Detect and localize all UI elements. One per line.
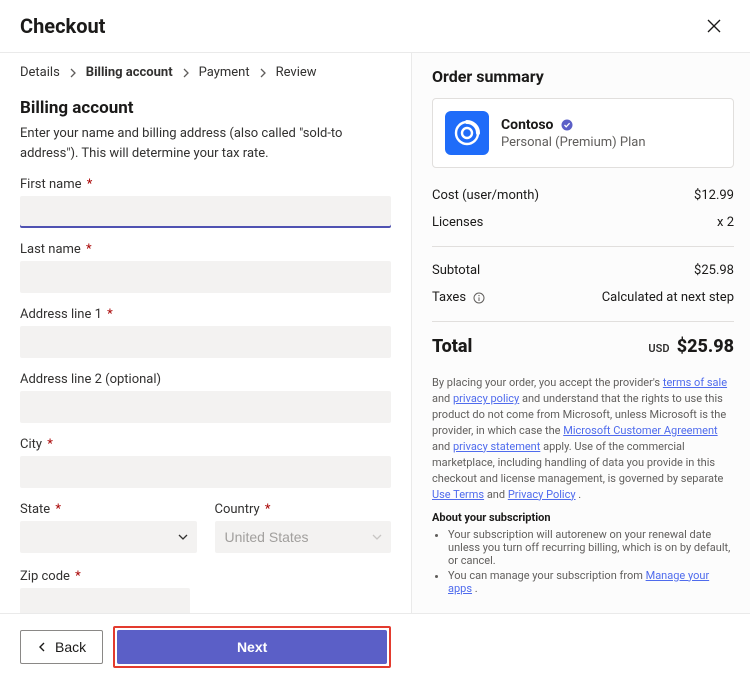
state-label: State * <box>20 502 197 517</box>
link-microsoft-customer-agreement[interactable]: Microsoft Customer Agreement <box>563 424 717 437</box>
close-button[interactable] <box>698 10 730 42</box>
address-line-1-label: Address line 1 * <box>20 307 391 322</box>
legal-text: By placing your order, you accept the pr… <box>432 375 734 503</box>
total-currency: USD <box>648 342 669 355</box>
address-line-2-input[interactable] <box>20 391 391 423</box>
breadcrumb-step-details[interactable]: Details <box>20 65 60 80</box>
required-marker: * <box>104 307 113 322</box>
licenses-label: Licenses <box>432 215 483 230</box>
product-card: Contoso Personal (Premium) Plan <box>432 98 734 168</box>
total-label: Total <box>432 336 472 357</box>
chevron-left-icon <box>37 642 47 652</box>
next-button-highlight: Next <box>113 626 391 668</box>
cost-value: $12.99 <box>694 188 734 203</box>
chevron-right-icon <box>68 68 78 78</box>
line-total: Total USD $25.98 <box>432 332 734 367</box>
line-subtotal: Subtotal $25.98 <box>432 257 734 284</box>
zip-label: Zip code * <box>20 569 391 584</box>
close-icon <box>706 18 722 34</box>
checkout-header: Checkout <box>0 0 750 53</box>
breadcrumb-step-payment[interactable]: Payment <box>199 65 250 80</box>
zip-input[interactable] <box>20 588 190 613</box>
taxes-value: Calculated at next step <box>602 290 734 305</box>
page-title: Checkout <box>20 14 105 38</box>
required-marker: * <box>72 569 81 584</box>
country-select <box>215 521 392 553</box>
product-icon <box>445 111 489 155</box>
subtotal-value: $25.98 <box>694 263 734 278</box>
info-icon[interactable] <box>473 292 485 304</box>
required-marker: * <box>83 177 92 192</box>
address-line-2-label: Address line 2 (optional) <box>20 372 391 387</box>
divider <box>432 246 734 247</box>
required-marker: * <box>262 502 271 517</box>
link-privacy-policy[interactable]: privacy policy <box>453 392 519 405</box>
verified-badge-icon <box>561 119 573 131</box>
required-marker: * <box>44 437 53 452</box>
city-label: City * <box>20 437 391 452</box>
order-summary-title: Order summary <box>432 67 734 86</box>
product-name: Contoso <box>501 117 553 133</box>
breadcrumb: Details Billing account Payment Review <box>20 65 391 80</box>
licenses-value: x 2 <box>717 215 734 230</box>
link-use-terms[interactable]: Use Terms <box>432 488 484 501</box>
section-description: Enter your name and billing address (als… <box>20 124 391 163</box>
line-cost: Cost (user/month) $12.99 <box>432 182 734 209</box>
link-privacy-policy-2[interactable]: Privacy Policy <box>508 488 576 501</box>
next-button[interactable]: Next <box>117 630 387 664</box>
chevron-right-icon <box>258 68 268 78</box>
last-name-label: Last name * <box>20 242 391 257</box>
about-subscription-list: Your subscription will autorenew on your… <box>448 528 734 595</box>
line-licenses: Licenses x 2 <box>432 209 734 236</box>
required-marker: * <box>52 502 61 517</box>
city-input[interactable] <box>20 456 391 488</box>
link-terms-of-sale[interactable]: terms of sale <box>663 376 727 389</box>
order-summary-pane: Order summary Contoso <box>412 53 750 613</box>
about-subscription-title: About your subscription <box>432 511 734 524</box>
line-taxes: Taxes Calculated at next step <box>432 284 734 311</box>
first-name-label: First name * <box>20 177 391 192</box>
product-plan: Personal (Premium) Plan <box>501 135 646 150</box>
breadcrumb-step-billing-account[interactable]: Billing account <box>86 65 173 80</box>
back-button-label: Back <box>55 639 86 655</box>
required-marker: * <box>83 242 92 257</box>
subtotal-label: Subtotal <box>432 263 480 278</box>
about-bullet-manage: You can manage your subscription from Ma… <box>448 569 734 595</box>
breadcrumb-step-review[interactable]: Review <box>276 65 317 80</box>
taxes-label: Taxes <box>432 290 485 305</box>
last-name-input[interactable] <box>20 261 391 293</box>
link-privacy-statement[interactable]: privacy statement <box>453 440 540 453</box>
total-value: $25.98 <box>677 336 734 357</box>
left-pane: Details Billing account Payment Review B… <box>0 53 412 613</box>
first-name-input[interactable] <box>20 196 391 228</box>
section-title: Billing account <box>20 98 391 118</box>
cost-label: Cost (user/month) <box>432 188 539 203</box>
state-select[interactable] <box>20 521 197 553</box>
address-line-1-input[interactable] <box>20 326 391 358</box>
country-label: Country * <box>215 502 392 517</box>
chevron-right-icon <box>181 68 191 78</box>
about-bullet-autorenew: Your subscription will autorenew on your… <box>448 528 734 567</box>
back-button[interactable]: Back <box>20 630 103 664</box>
divider <box>432 321 734 322</box>
